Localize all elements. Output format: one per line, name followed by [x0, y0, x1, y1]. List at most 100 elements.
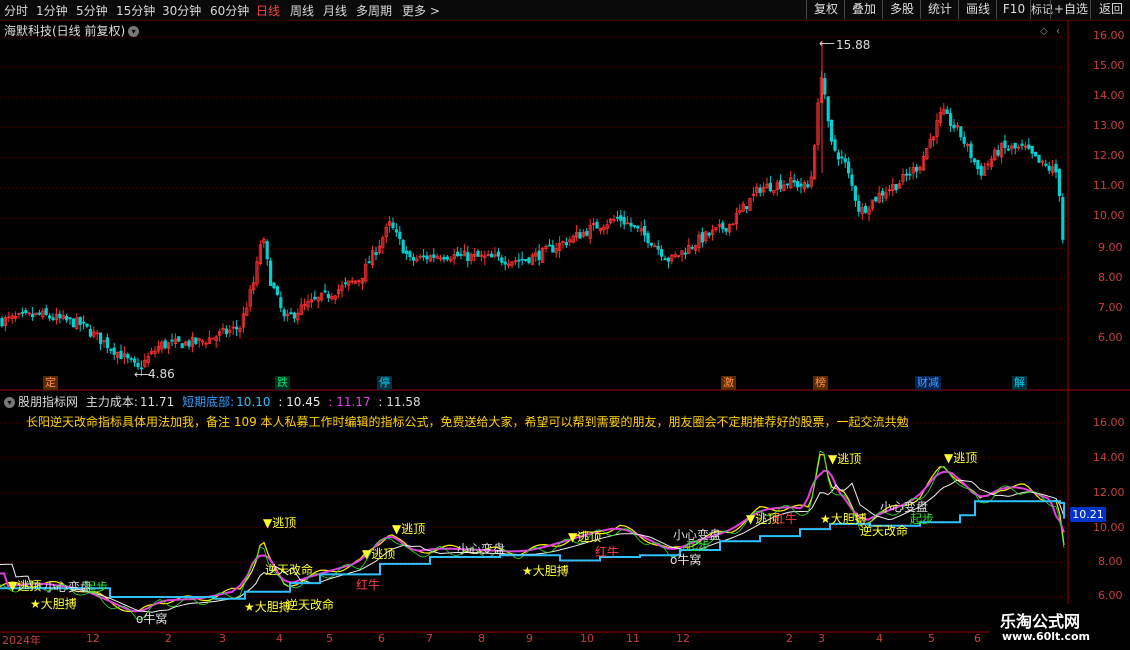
event-tag[interactable]: 跌 — [275, 376, 290, 390]
candle-body — [1054, 163, 1058, 173]
candle-body — [105, 337, 109, 349]
candle-body — [421, 255, 426, 258]
event-tag[interactable]: 停 — [377, 376, 392, 390]
y-tick: 14.00 — [1093, 451, 1125, 464]
candle-body — [279, 297, 283, 309]
candle-body — [58, 313, 62, 319]
candle-body — [700, 232, 705, 243]
candle-body — [85, 323, 89, 327]
candle-body — [646, 233, 650, 244]
candle-body — [82, 321, 86, 324]
event-tag[interactable]: 激 — [721, 376, 736, 390]
y-tick: 10.00 — [1093, 209, 1125, 222]
signal-red-bull: 红牛 — [356, 578, 381, 592]
signal-red-bull: 红牛 — [773, 512, 798, 526]
candle-body — [785, 183, 790, 186]
candle-body — [282, 309, 286, 317]
event-tag[interactable]: 财减 — [915, 376, 941, 390]
low-price-label: 4.86 — [148, 367, 175, 381]
candle-body — [401, 239, 405, 254]
candle-body — [1034, 151, 1038, 157]
candle-body — [833, 139, 837, 151]
x-tick: 12 — [676, 632, 690, 645]
x-tick: 2 — [165, 632, 172, 645]
candle-body — [649, 242, 654, 246]
main-cost-value: 11.71 — [139, 395, 175, 409]
y-tick: 15.00 — [1093, 59, 1125, 72]
y-tick: 16.00 — [1093, 29, 1125, 42]
candle-body — [843, 158, 847, 163]
candle-body — [1027, 144, 1031, 149]
candle-body — [187, 340, 191, 347]
candle-body — [615, 216, 620, 219]
current-price-box: 10.21 — [1070, 507, 1106, 522]
event-tag[interactable]: 定 — [43, 376, 58, 390]
candle-body — [690, 246, 694, 249]
candle-body — [404, 250, 409, 254]
high-price-label: 15.88 — [836, 38, 871, 52]
signal-escape-top: ▼逃顶 — [362, 547, 396, 561]
candle-body — [826, 96, 830, 122]
candle-body — [683, 252, 688, 255]
signal-bold: ★大胆搏 — [522, 564, 569, 578]
candle-body — [996, 150, 1000, 156]
candle-body — [323, 290, 327, 293]
candle-body — [527, 257, 531, 264]
candle-body — [660, 249, 664, 257]
candle-body — [466, 252, 470, 262]
diamond-icon[interactable]: ◇ — [1040, 26, 1048, 37]
candle-body — [847, 161, 851, 174]
chevron-down-icon[interactable]: ▾ — [4, 397, 15, 408]
candle-body — [65, 315, 69, 321]
candle-body — [1061, 197, 1065, 240]
arrow-left-icon[interactable]: ‹ — [1056, 26, 1060, 37]
candle-body — [268, 260, 273, 286]
y-tick: 10.00 — [1093, 521, 1125, 534]
signal-red-bull: 红牛 — [595, 545, 620, 559]
x-tick: 2 — [786, 632, 793, 645]
candle-body — [850, 174, 854, 186]
indicator-value-4: : 11.17 — [328, 395, 371, 409]
candle-body — [636, 225, 640, 229]
y-tick: 6.00 — [1098, 331, 1123, 344]
candle-body — [724, 228, 728, 232]
candle-body — [874, 196, 878, 202]
candle-body — [289, 312, 293, 315]
x-tick: 4 — [876, 632, 883, 645]
candlestick-chart[interactable]: ⟵⟵ ◇ ‹ — [0, 0, 1130, 650]
candle-body — [857, 200, 861, 212]
candle-body — [758, 187, 762, 193]
candle-body — [425, 255, 429, 260]
candle-body — [632, 225, 637, 227]
candle-body — [629, 222, 633, 227]
signal-nest: o牛窝 — [136, 612, 168, 626]
y-tick: 13.00 — [1093, 119, 1125, 132]
candle-body — [595, 221, 599, 229]
event-tag[interactable]: 解 — [1012, 376, 1027, 390]
candle-body — [459, 254, 463, 256]
candle-body — [68, 317, 72, 320]
indicator-note: 长阳逆天改命指标具体用法加我，备注 109 本人私募工作时编辑的指标公式，免费送… — [26, 415, 909, 429]
candle-body — [163, 340, 167, 349]
signal-bold: ★大胆搏 — [244, 600, 291, 614]
candle-body — [864, 205, 868, 213]
candle-body — [51, 317, 55, 320]
event-tag[interactable]: 榜 — [813, 376, 828, 390]
candle-body — [643, 226, 647, 236]
signal-start: 起步 — [686, 539, 711, 553]
candle-body — [99, 332, 103, 344]
signal-escape-top: ▼逃顶 — [828, 452, 862, 466]
candle-body — [48, 315, 52, 319]
candle-body — [265, 241, 269, 260]
candle-body — [272, 282, 276, 289]
y-tick: 16.00 — [1093, 416, 1125, 429]
candle-body — [547, 244, 552, 247]
candle-body — [1003, 140, 1007, 148]
candle-body — [969, 143, 973, 159]
y-tick: 8.00 — [1098, 271, 1123, 284]
candle-body — [496, 251, 501, 257]
y-tick: 7.00 — [1098, 301, 1123, 314]
x-tick: 12 — [86, 632, 100, 645]
candle-body — [853, 185, 858, 201]
x-tick: 10 — [580, 632, 594, 645]
